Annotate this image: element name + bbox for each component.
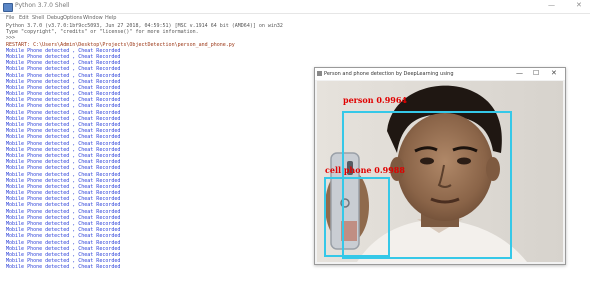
shell-titlebar: Python 3.7.0 Shell — ✕ <box>0 0 590 14</box>
menu-file[interactable]: File <box>6 15 14 21</box>
menu-debug[interactable]: Debug <box>47 15 63 21</box>
shell-output-lines: Mobile Phone detected , Cheat Recorded Mo… <box>6 48 326 271</box>
right-ear <box>486 157 500 181</box>
detection-window-titlebar[interactable]: Person and phone detection by DeepLearni… <box>315 68 565 80</box>
detection-window-title: Person and phone detection by DeepLearni… <box>324 71 454 77</box>
menu-shell[interactable]: Shell <box>32 15 44 21</box>
console-output-line: Mobile Phone detected , Cheat Recorded <box>6 264 121 271</box>
menu-edit[interactable]: Edit <box>19 15 29 21</box>
minimize-button[interactable]: — <box>548 1 555 9</box>
menu-help[interactable]: Help <box>105 15 116 21</box>
face <box>397 113 493 221</box>
detection-close-button[interactable]: ✕ <box>551 69 557 77</box>
person-detection-label: person 0.9964 <box>343 95 407 105</box>
detection-maximize-button[interactable]: ☐ <box>533 69 539 77</box>
python-shell-icon <box>3 3 13 12</box>
shell-window-title: Python 3.7.0 Shell <box>15 2 70 9</box>
right-eye <box>457 157 471 165</box>
close-button[interactable]: ✕ <box>576 1 582 9</box>
camera-feed: person 0.9964 cell phone 0.9988 <box>317 81 563 262</box>
detection-minimize-button[interactable]: — <box>516 69 523 77</box>
menu-window[interactable]: Window <box>83 15 103 21</box>
shell-menubar: File Edit Shell Debug Options Window Hel… <box>0 14 590 23</box>
menu-options[interactable]: Options <box>63 15 82 21</box>
left-eye <box>420 157 434 165</box>
window-app-icon <box>317 71 322 76</box>
detection-window[interactable]: Person and phone detection by DeepLearni… <box>314 67 566 265</box>
phone-detection-label: cell phone 0.9988 <box>325 165 405 175</box>
shell-console[interactable]: Python 3.7.0 (v3.7.0:1bf9cc5093, Jun 27 … <box>6 23 326 281</box>
shell-header-lines: Python 3.7.0 (v3.7.0:1bf9cc5093, Jun 27 … <box>6 23 326 48</box>
